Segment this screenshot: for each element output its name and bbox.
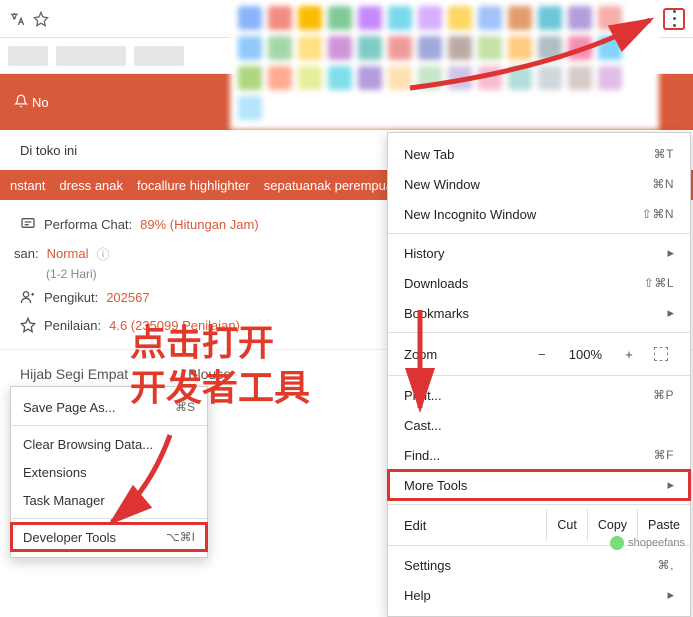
kebab-menu-icon[interactable] xyxy=(663,8,685,30)
menu-history[interactable]: History ▸ xyxy=(388,238,690,268)
watermark: shopeefans xyxy=(610,536,685,550)
translate-icon[interactable] xyxy=(8,10,26,28)
zoom-out-button[interactable]: − xyxy=(529,343,555,365)
san-sub: (1-2 Hari) xyxy=(46,267,97,281)
san-label: san: xyxy=(14,246,39,261)
follow-label: Pengikut: xyxy=(44,290,98,305)
fullscreen-icon[interactable] xyxy=(648,343,674,365)
chat-icon xyxy=(20,216,36,232)
submenu-save-page[interactable]: Save Page As... ⌘S xyxy=(11,393,207,421)
zoom-in-button[interactable]: + xyxy=(616,343,642,365)
tab-hijab[interactable]: Hijab Segi Empat xyxy=(20,366,128,382)
menu-new-tab[interactable]: New Tab ⌘T xyxy=(388,139,690,169)
menu-find[interactable]: Find... ⌘F xyxy=(388,440,690,470)
menu-downloads[interactable]: Downloads ⇧⌘L xyxy=(388,268,690,298)
chevron-right-icon: ▸ xyxy=(667,305,674,321)
menu-bookmarks[interactable]: Bookmarks ▸ xyxy=(388,298,690,328)
menu-more-tools[interactable]: More Tools ▸ xyxy=(388,470,690,500)
star-outline-icon xyxy=(20,317,36,333)
user-icon xyxy=(20,289,36,305)
rating-value: 4.6 (235099 Penilaian) xyxy=(109,318,240,333)
bell-icon xyxy=(14,94,28,111)
more-tools-submenu: Save Page As... ⌘S Clear Browsing Data..… xyxy=(10,386,208,558)
extension-icons-grid xyxy=(230,0,659,130)
menu-cast[interactable]: Cast... xyxy=(388,410,690,440)
search-scope-label[interactable]: Di toko ini xyxy=(20,143,77,158)
chat-value: 89% (Hitungan Jam) xyxy=(140,217,259,232)
help-icon[interactable]: ⓘ xyxy=(96,244,109,263)
menu-print[interactable]: Print... ⌘P xyxy=(388,380,690,410)
tag-item[interactable]: dress anak xyxy=(59,178,123,193)
menu-help[interactable]: Help ▸ xyxy=(388,580,690,610)
submenu-clear-data[interactable]: Clear Browsing Data... xyxy=(11,430,207,458)
submenu-task-manager[interactable]: Task Manager xyxy=(11,486,207,514)
tag-item[interactable]: sepatuanak perempuan xyxy=(264,178,401,193)
submenu-developer-tools[interactable]: Developer Tools ⌥⌘I xyxy=(11,523,207,551)
tag-item[interactable]: focallure highlighter xyxy=(137,178,250,193)
chevron-right-icon: ▸ xyxy=(667,477,674,493)
follow-value: 202567 xyxy=(106,290,149,305)
wechat-icon xyxy=(610,536,624,550)
san-value: Normal xyxy=(47,246,89,261)
submenu-extensions[interactable]: Extensions xyxy=(11,458,207,486)
chevron-right-icon: ▸ xyxy=(667,245,674,261)
menu-incognito[interactable]: New Incognito Window ⇧⌘N xyxy=(388,199,690,229)
notification-label: No xyxy=(32,95,49,110)
tab-blouse[interactable]: Blouse xyxy=(188,366,231,382)
tag-item[interactable]: nstant xyxy=(10,178,45,193)
chevron-right-icon: ▸ xyxy=(667,587,674,603)
menu-zoom-row: Zoom − 100% + xyxy=(388,337,690,371)
star-icon[interactable] xyxy=(32,10,50,28)
menu-settings[interactable]: Settings ⌘, xyxy=(388,550,690,580)
menu-new-window[interactable]: New Window ⌘N xyxy=(388,169,690,199)
chat-label: Performa Chat: xyxy=(44,217,132,232)
edit-cut-button[interactable]: Cut xyxy=(546,509,586,541)
rating-label: Penilaian: xyxy=(44,318,101,333)
zoom-value: 100% xyxy=(569,347,602,362)
